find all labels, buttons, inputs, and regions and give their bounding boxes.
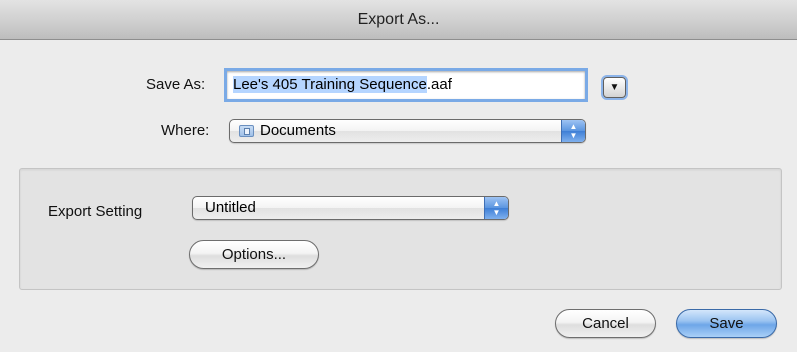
- where-location-popup[interactable]: Documents ▲ ▼: [229, 119, 586, 143]
- export-settings-panel: [19, 168, 782, 290]
- filename-field[interactable]: Lee's 405 Training Sequence.aaf: [224, 68, 588, 102]
- triangle-down-icon: ▼: [609, 82, 620, 93]
- export-as-dialog: Export As... Save As: Lee's 405 Training…: [0, 0, 797, 352]
- save-as-label: Save As:: [146, 76, 206, 93]
- export-setting-popup[interactable]: Untitled ▲ ▼: [192, 196, 509, 220]
- save-button[interactable]: Save: [676, 309, 777, 338]
- filename-selected-text: Lee's 405 Training Sequence: [233, 76, 427, 93]
- folder-icon: [239, 125, 254, 137]
- options-button[interactable]: Options...: [189, 240, 319, 269]
- title-bar[interactable]: Export As...: [0, 0, 797, 40]
- cancel-button[interactable]: Cancel: [555, 309, 656, 338]
- up-down-arrows-icon: ▲ ▼: [484, 197, 508, 219]
- window-title: Export As...: [357, 11, 440, 28]
- export-setting-value: Untitled: [205, 199, 256, 216]
- export-setting-label: Export Setting: [48, 203, 143, 220]
- filename-extension: .aaf: [426, 76, 452, 93]
- up-down-arrows-icon: ▲ ▼: [561, 120, 585, 142]
- expand-browser-button[interactable]: ▼: [603, 77, 626, 98]
- where-label: Where:: [161, 122, 210, 139]
- where-location-value: Documents: [260, 122, 336, 139]
